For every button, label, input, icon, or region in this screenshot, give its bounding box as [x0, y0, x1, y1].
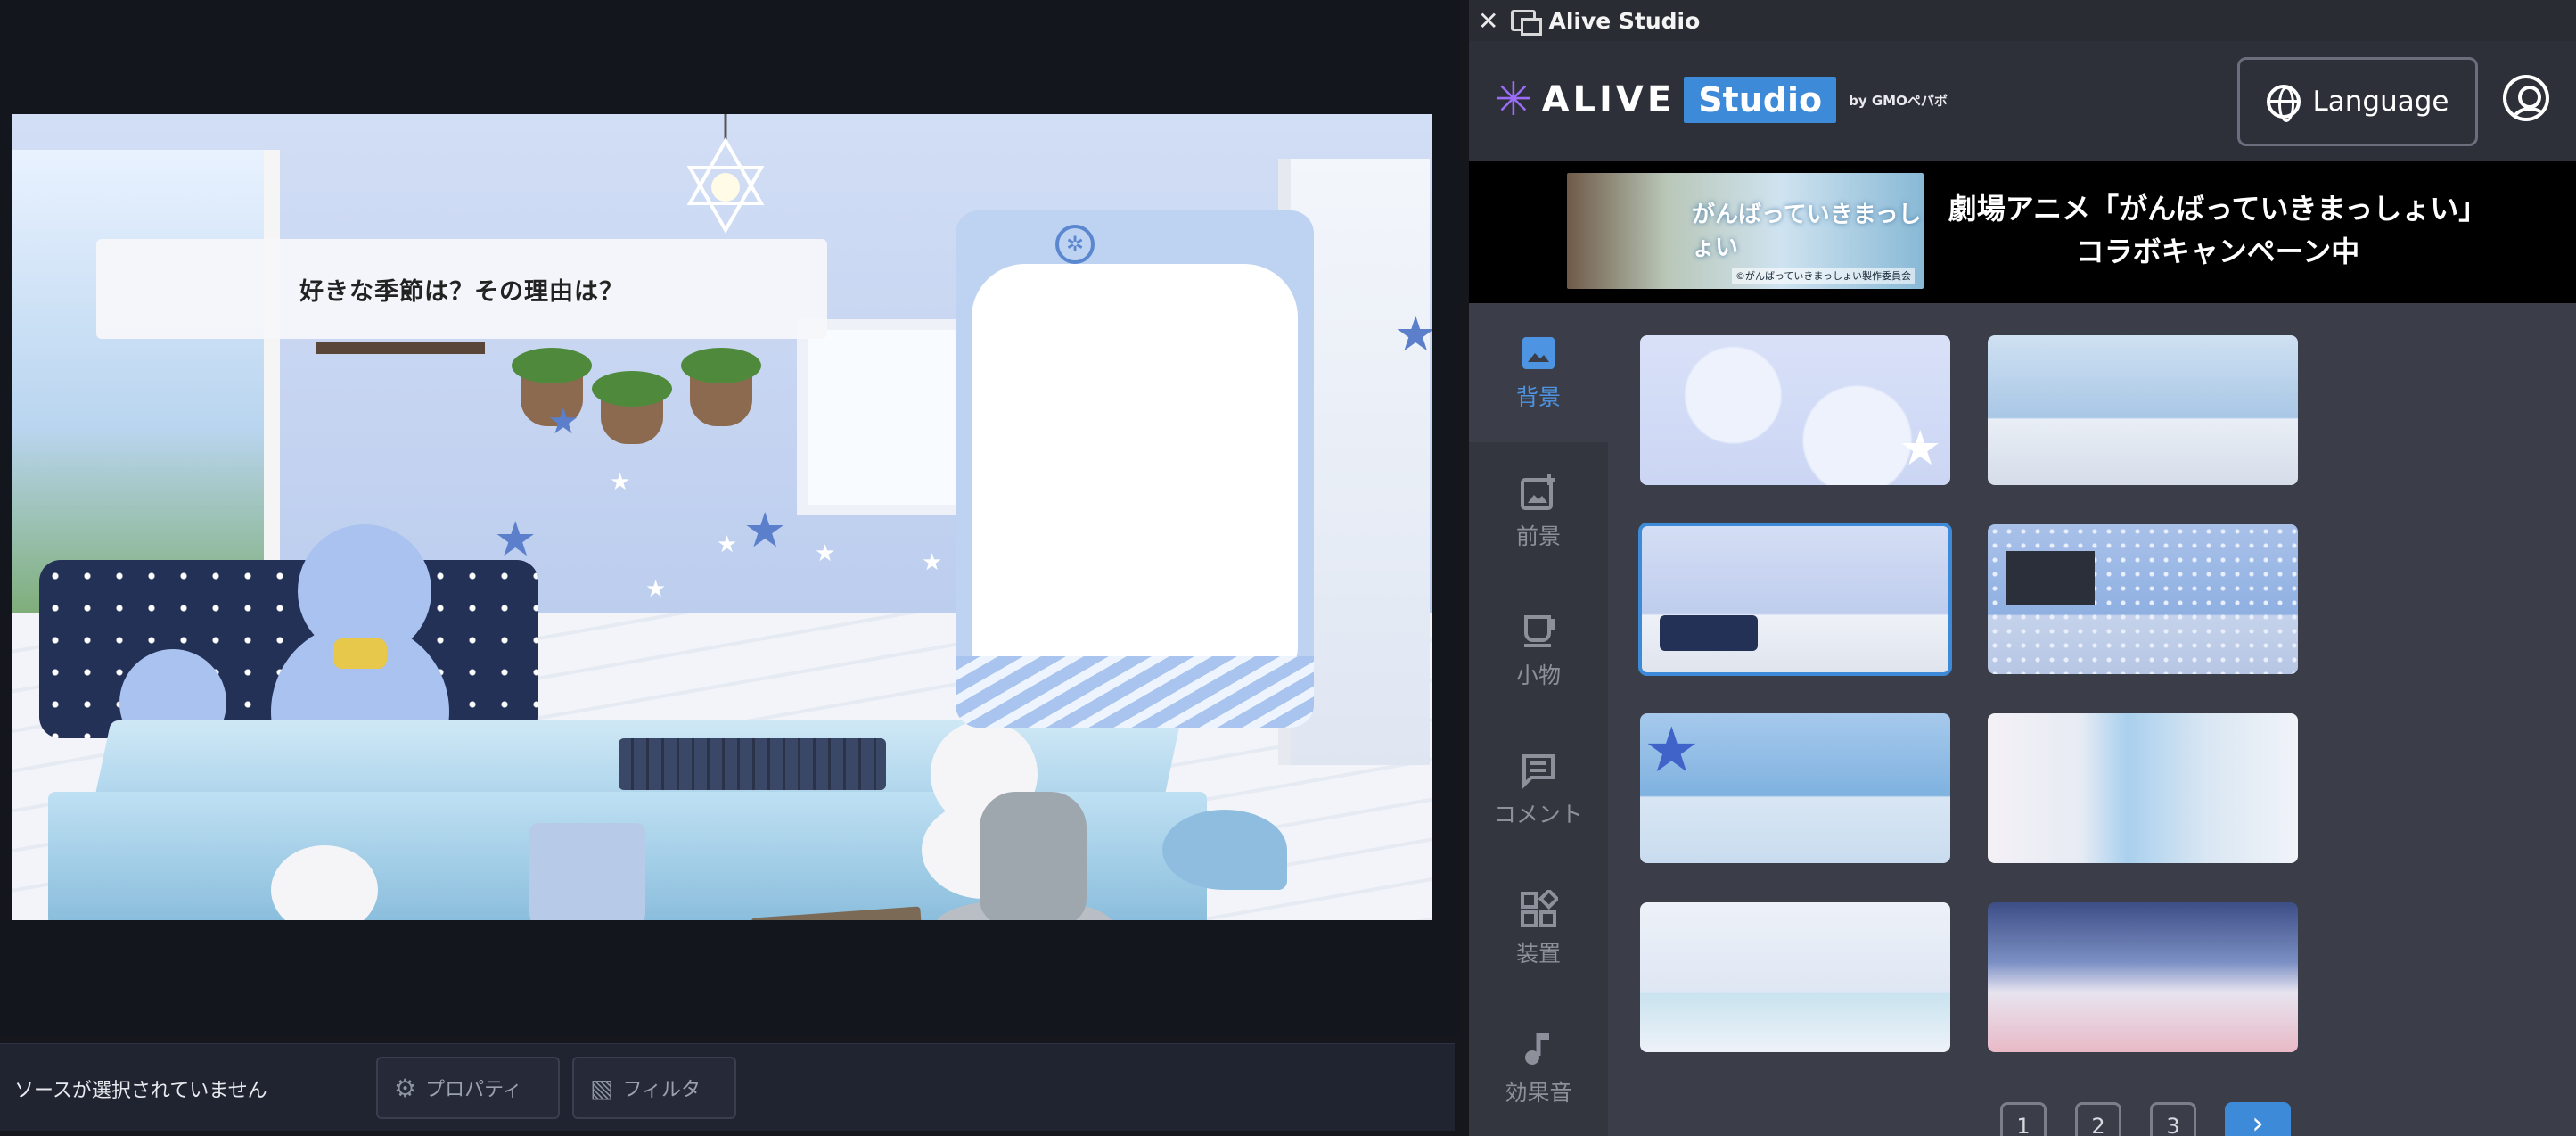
wall-star: ★: [494, 511, 537, 567]
filters-label: フィルタ: [622, 1079, 701, 1101]
chevron-right-icon: ›: [2252, 1106, 2264, 1136]
nav-props[interactable]: 小物: [1469, 581, 1608, 720]
question-card[interactable]: 好きな季節は？その理由は？: [96, 239, 827, 339]
properties-button[interactable]: ⚙ プロパティ: [376, 1057, 560, 1119]
image-plus-icon: [1521, 474, 1555, 510]
source-status-bar: ソースが選択されていません ⚙ プロパティ ▧ フィルタ: [0, 1043, 1455, 1131]
nav-label: 背景: [1515, 384, 1561, 410]
brand-alive: ALIVE: [1541, 79, 1676, 120]
filters-button[interactable]: ▧ フィルタ: [572, 1057, 736, 1119]
banner-art-title: がんばっていきまっしょい: [1692, 202, 1922, 261]
background-thumbnail[interactable]: [1986, 333, 2300, 487]
properties-label: プロパティ: [425, 1079, 522, 1101]
thumbnail-star-icon: ★: [1899, 420, 1942, 476]
mug: [529, 823, 645, 920]
banner-artwork: がんばっていきまっしょい ©がんばっていきまっしょい製作委員会: [1567, 173, 1924, 289]
nav-sound-effects[interactable]: 効果音: [1469, 999, 1608, 1136]
category-nav: 背景 前景 小物 コメント 装置 効果音: [1469, 303, 1608, 1136]
account-icon[interactable]: [2503, 75, 2549, 121]
question-text: 好きな季節は？その理由は？: [299, 277, 624, 306]
kettle: [980, 792, 1087, 920]
wall-star: ★: [1394, 306, 1432, 362]
language-label: Language: [2312, 86, 2449, 118]
banner-text: 劇場アニメ「がんばっていきまっしょい」 コラボキャンペーン中: [1932, 187, 2503, 273]
nav-comments[interactable]: コメント: [1469, 720, 1608, 860]
page-button-1[interactable]: 1: [2000, 1102, 2047, 1136]
hanging-plant-leaves: [512, 348, 592, 383]
thumbnail-star-icon: ★: [1644, 713, 1700, 786]
filter-icon: ▧: [590, 1073, 614, 1103]
cup-icon: [1524, 615, 1555, 647]
wall-shelf: [316, 342, 485, 354]
gear-icon: ⚙: [394, 1073, 417, 1103]
comment-frame-wave: [956, 656, 1314, 728]
background-thumbnail[interactable]: ★: [1638, 712, 1952, 865]
float-window-icon[interactable]: [1511, 10, 1543, 36]
screen: ★ ★ ★ ★ ★ ★ ★ ★ ★ 好きな季節は？その理由は？ ✲ ソースが選択…: [0, 0, 2576, 1136]
nav-label: 前景: [1515, 523, 1561, 549]
scene-preview[interactable]: ★ ★ ★ ★ ★ ★ ★ ★ ★ 好きな季節は？その理由は？ ✲: [12, 114, 1432, 920]
comment-icon: [1522, 754, 1555, 789]
campaign-banner[interactable]: がんばっていきまっしょい ©がんばっていきまっしょい製作委員会 劇場アニメ「がん…: [1469, 161, 2576, 303]
keyboard: [619, 738, 886, 790]
scene-window-left: [12, 150, 280, 613]
studio-header: ✳ ALIVE Studio by GMOペパボ Language: [1469, 41, 2576, 161]
background-thumbnail-selected[interactable]: [1638, 523, 1952, 676]
nav-background[interactable]: 背景: [1469, 303, 1608, 442]
ship-wheel-icon: ✲: [1055, 225, 1095, 264]
background-thumbnail[interactable]: [1986, 712, 2300, 865]
nav-label: 小物: [1515, 663, 1561, 688]
nav-label: 装置: [1515, 941, 1561, 967]
banner-art-credit: ©がんばっていきまっしょい製作委員会: [1731, 268, 1915, 284]
banner-line-2: コラボキャンペーン中: [2075, 235, 2360, 268]
globe-icon: [2266, 85, 2301, 122]
hanging-plant-leaves: [592, 371, 672, 407]
widgets-icon: [1521, 890, 1558, 927]
nav-foreground[interactable]: 前景: [1469, 442, 1608, 581]
page-button-3[interactable]: 3: [2150, 1102, 2196, 1136]
brand-by: by GMOペパボ: [1849, 92, 1948, 109]
nav-label: コメント: [1493, 802, 1583, 827]
banner-line-1: 劇場アニメ「がんばっていきまっしょい」: [1948, 192, 2488, 226]
comment-frame[interactable]: ✲: [956, 210, 1314, 728]
sparkle-icon: ✳: [1494, 73, 1533, 127]
brand-studio: Studio: [1684, 77, 1837, 123]
preview-pane: ★ ★ ★ ★ ★ ★ ★ ★ ★ 好きな季節は？その理由は？ ✲: [0, 0, 1460, 1036]
thumbnail-tv: [2006, 551, 2095, 605]
image-icon: [1522, 337, 1555, 369]
close-icon[interactable]: ✕: [1478, 6, 1498, 36]
alive-studio-dock: ✕ Alive Studio ✳ ALIVE Studio by GMOペパボ …: [1469, 0, 2576, 1136]
next-page-button[interactable]: ›: [2225, 1102, 2291, 1136]
comment-frame-area: [972, 264, 1298, 683]
wall-star: ★: [922, 549, 943, 576]
nav-label: 効果音: [1505, 1080, 1572, 1106]
background-thumbnail[interactable]: [1986, 901, 2300, 1054]
alive-studio-logo: ✳ ALIVE Studio by GMOペパボ: [1494, 73, 1948, 127]
pagination: 1 2 3 ›: [2000, 1102, 2291, 1136]
dock-titlebar: ✕ Alive Studio: [1469, 0, 2576, 41]
wall-star: ★: [743, 502, 787, 558]
dock-title: Alive Studio: [1548, 7, 1701, 34]
background-thumbnail[interactable]: [1986, 523, 2300, 676]
wall-star: ★: [717, 531, 738, 558]
page-button-2[interactable]: 2: [2075, 1102, 2121, 1136]
ceiling-lamp: [686, 114, 765, 235]
hanging-plant-leaves: [681, 348, 761, 383]
whale-plush: [1162, 810, 1287, 890]
thumbnail-sofa: [1660, 615, 1758, 651]
wall-star: ★: [547, 401, 579, 442]
wall-star: ★: [645, 576, 667, 603]
nav-devices[interactable]: 装置: [1469, 860, 1608, 999]
language-button[interactable]: Language: [2237, 57, 2478, 146]
background-thumbnail[interactable]: [1638, 901, 1952, 1054]
music-note-icon: [1525, 1033, 1549, 1065]
wall-star: ★: [610, 469, 631, 496]
background-thumbnail[interactable]: ★: [1638, 333, 1952, 487]
teddy-bear-bow: [333, 638, 387, 669]
no-source-label: ソースが選択されていません: [14, 1080, 267, 1102]
wall-star: ★: [815, 540, 836, 567]
